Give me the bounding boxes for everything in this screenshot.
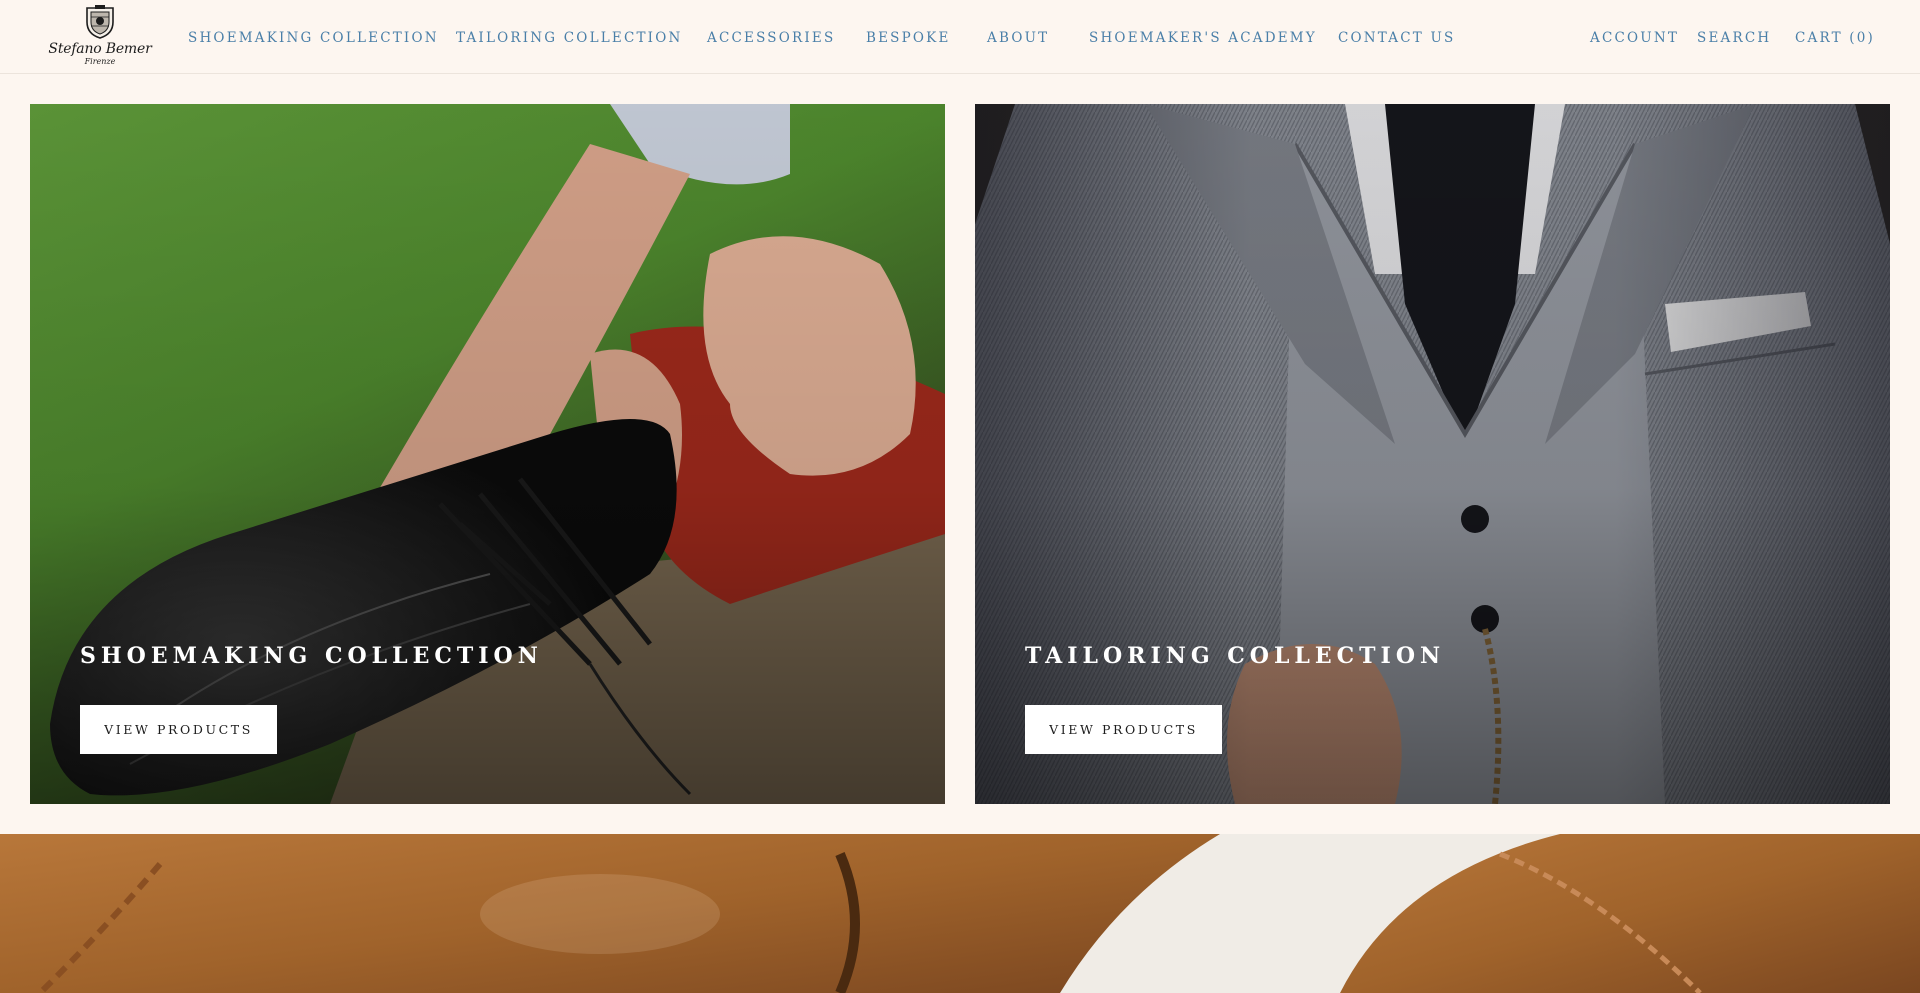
leather-detail-photo [0,834,1920,993]
crest-icon [86,5,114,39]
brand-name: Stefano Bemer [48,41,152,57]
tailoring-card-title: TAILORING COLLECTION [1025,643,1446,669]
nav-shoemakers-academy[interactable]: SHOEMAKER'S ACADEMY [1089,30,1317,46]
brand-city: Firenze [84,57,116,66]
nav-tailoring-collection[interactable]: TAILORING COLLECTION [456,30,683,46]
card-overlay [975,104,1890,804]
shoemaking-view-products-button[interactable]: VIEW PRODUCTS [80,705,277,754]
site-header: Stefano Bemer Firenze SHOEMAKING COLLECT… [0,0,1920,74]
nav-shoemaking-collection[interactable]: SHOEMAKING COLLECTION [188,30,439,46]
nav-contact-us[interactable]: CONTACT US [1338,30,1455,46]
nav-accessories[interactable]: ACCESSORIES [707,30,835,46]
card-overlay [30,104,945,804]
leather-banner [0,834,1920,993]
shoemaking-card-title: SHOEMAKING COLLECTION [80,643,543,669]
tailoring-view-products-button[interactable]: VIEW PRODUCTS [1025,705,1222,754]
nav-about[interactable]: ABOUT [987,30,1049,46]
nav-bespoke[interactable]: BESPOKE [866,30,951,46]
shoemaking-collection-card[interactable]: SHOEMAKING COLLECTION VIEW PRODUCTS [30,104,945,804]
account-link[interactable]: ACCOUNT [1590,30,1679,46]
search-link[interactable]: SEARCH [1697,30,1771,46]
cart-link[interactable]: CART (0) [1795,30,1875,46]
tailoring-collection-card[interactable]: TAILORING COLLECTION VIEW PRODUCTS [975,104,1890,804]
brand-logo[interactable]: Stefano Bemer Firenze [48,4,152,70]
